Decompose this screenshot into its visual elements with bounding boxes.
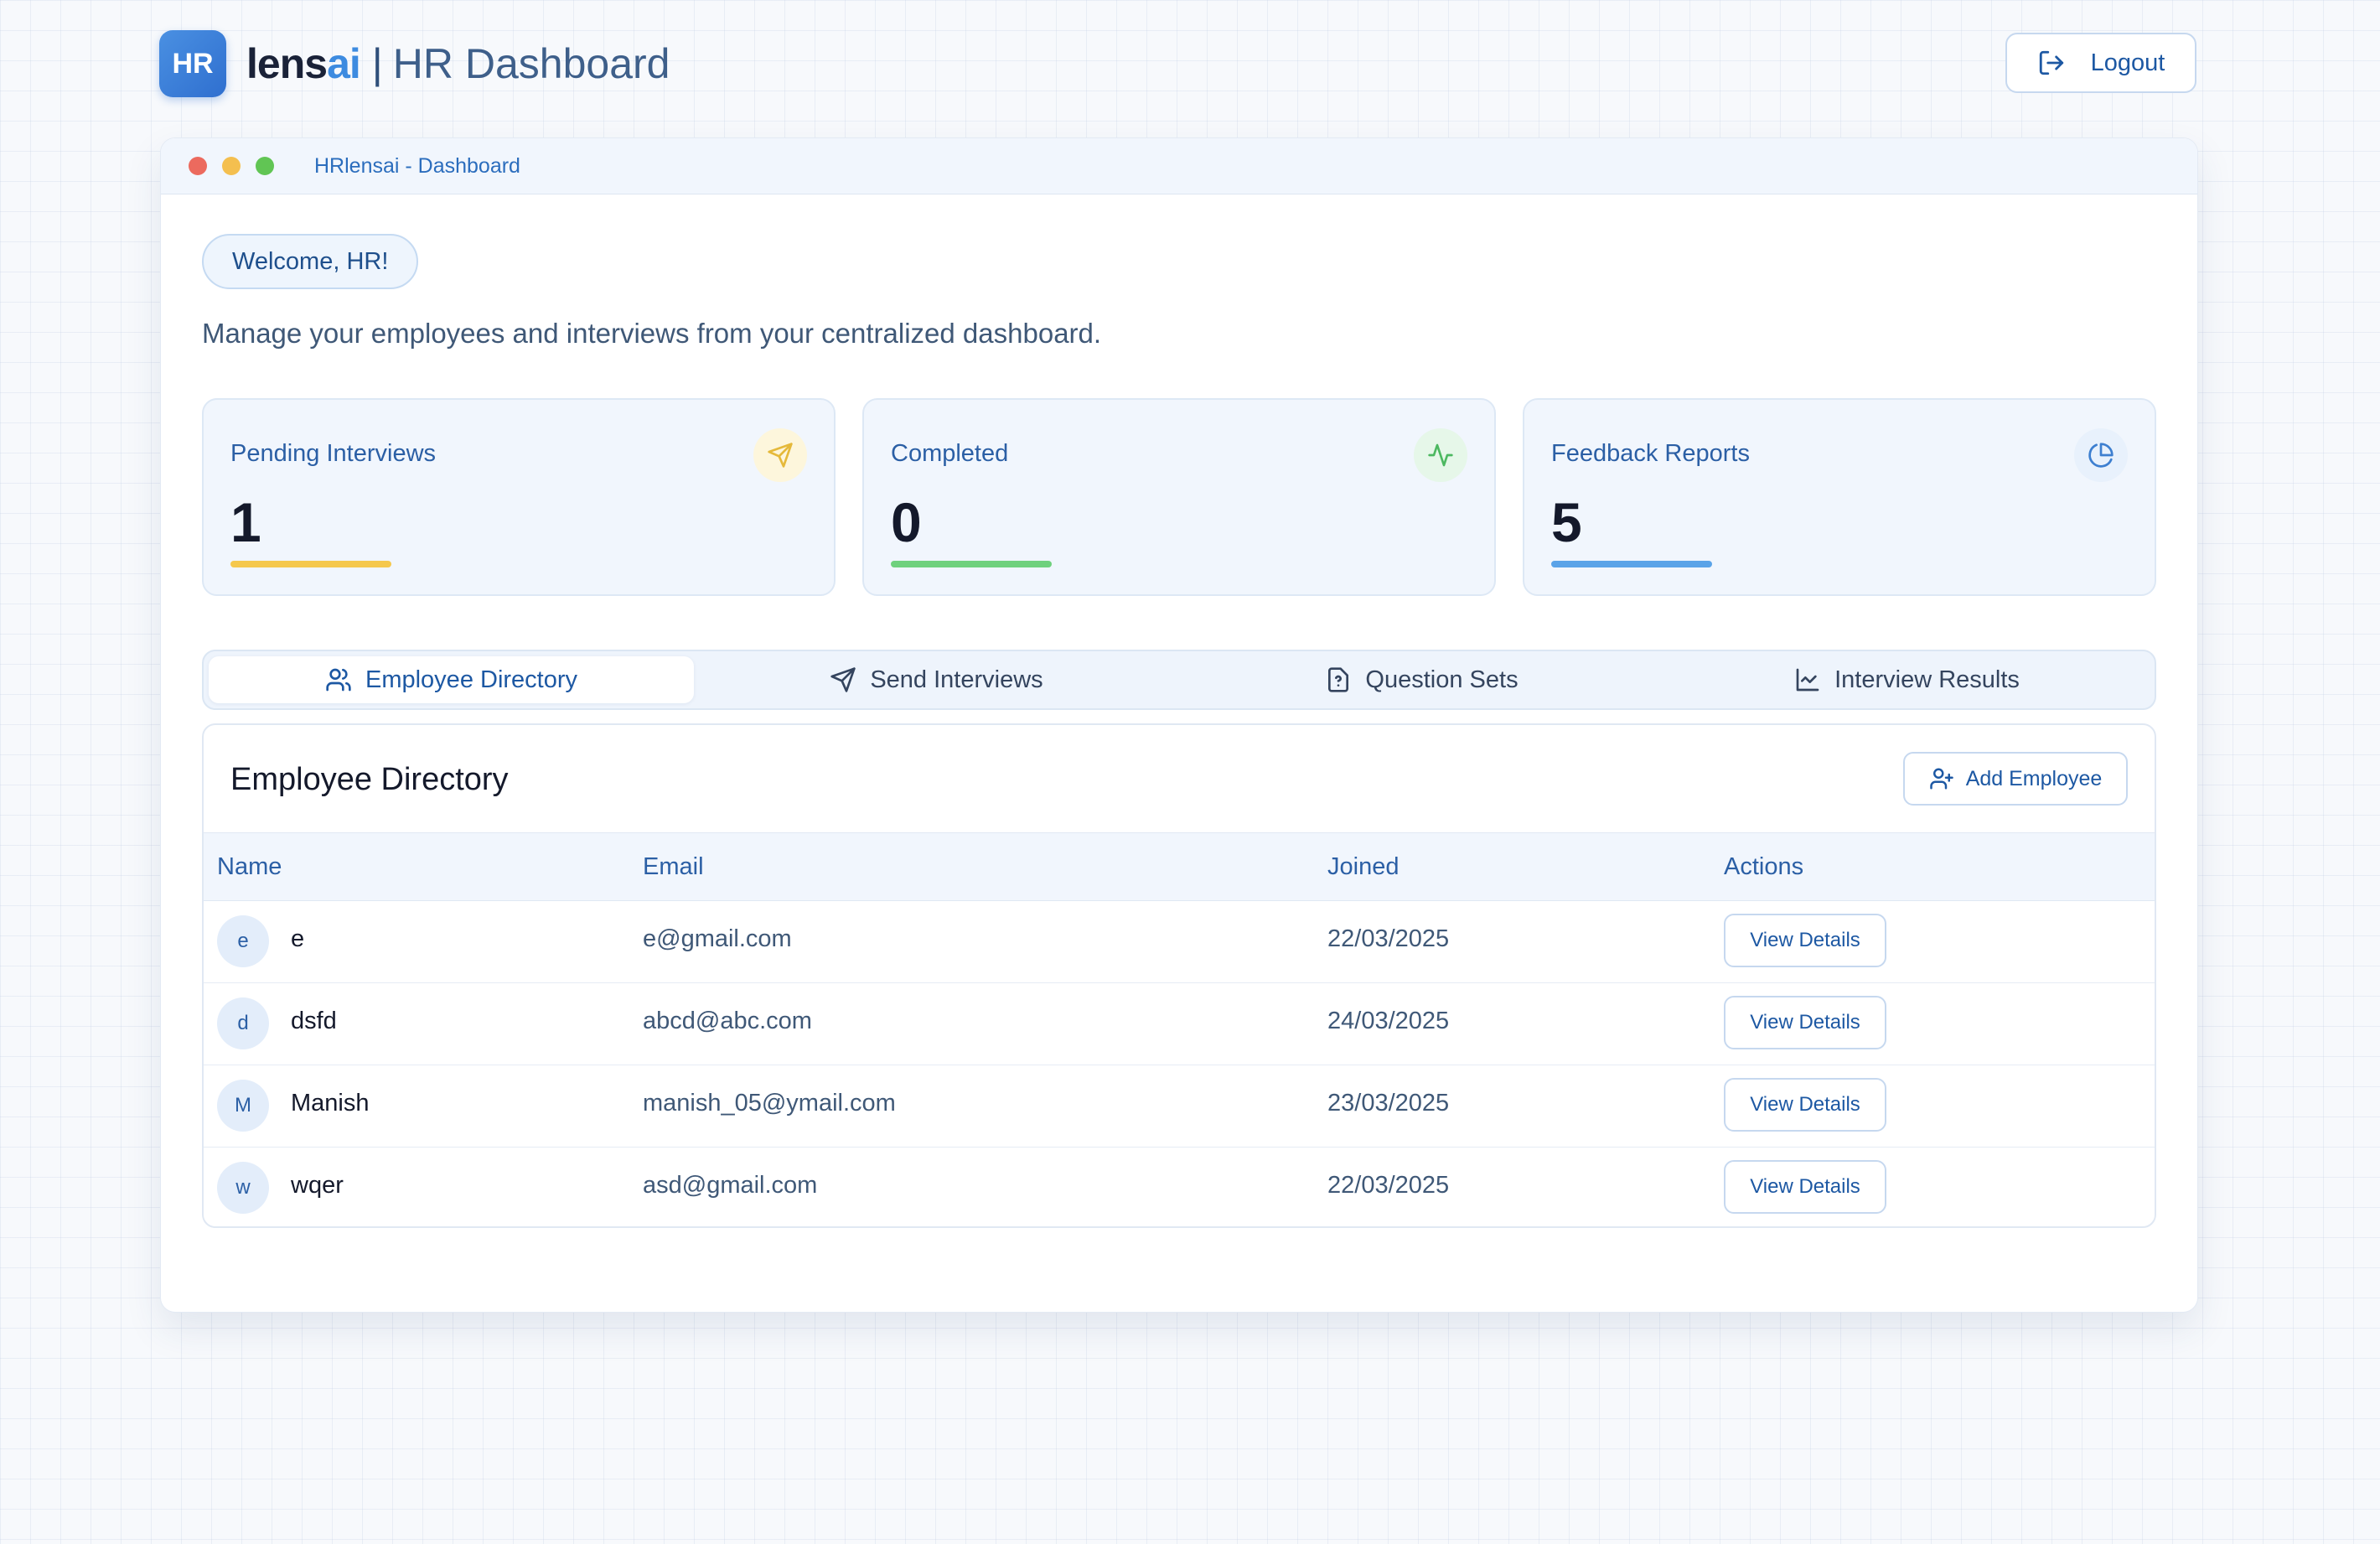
stat-bar [891, 561, 1052, 567]
table-row: e e e@gmail.com 22/03/2025 View Details [204, 900, 2155, 983]
tab-label: Question Sets [1365, 666, 1519, 693]
stat-bar [1551, 561, 1712, 567]
send-icon [753, 428, 807, 482]
add-employee-button[interactable]: Add Employee [1903, 752, 2128, 806]
avatar: d [217, 997, 269, 1049]
line-chart-icon [1794, 666, 1834, 693]
tab-send-interviews[interactable]: Send Interviews [694, 656, 1179, 703]
stat-card-feedback-reports: Feedback Reports 5 [1523, 398, 2156, 596]
employee-joined: 23/03/2025 [1327, 1090, 1450, 1117]
column-header-name[interactable]: Name [217, 853, 282, 881]
stat-value: 0 [891, 491, 922, 553]
logout-label: Logout [2090, 49, 2165, 76]
directory-title: Employee Directory [230, 762, 509, 797]
avatar: w [217, 1162, 269, 1214]
stat-value: 5 [1551, 491, 1582, 553]
file-question-icon [1325, 666, 1365, 693]
employee-name: dsfd [291, 1008, 337, 1034]
employee-name: e [291, 925, 305, 952]
stat-card-completed: Completed 0 [862, 398, 1496, 596]
view-details-button[interactable]: View Details [1724, 996, 1886, 1049]
table-row: M Manish manish_05@ymail.com 23/03/2025 … [204, 1065, 2155, 1148]
brand-name-ai: ai [327, 40, 361, 87]
add-employee-label: Add Employee [1965, 766, 2103, 790]
stat-label: Pending Interviews [230, 440, 437, 467]
pie-chart-icon [2074, 428, 2128, 482]
stat-value: 1 [230, 491, 261, 553]
tab-interview-results[interactable]: Interview Results [1664, 656, 2150, 703]
window-close-dot[interactable] [189, 157, 207, 175]
avatar: e [217, 915, 269, 967]
users-icon [325, 666, 365, 693]
employee-directory-panel: Employee Directory Add Employee Name Ema… [202, 723, 2156, 1228]
hr-logo-badge: HR [159, 30, 226, 97]
table-header: Name Email Joined Actions [204, 832, 2155, 901]
employee-name: Manish [291, 1090, 370, 1117]
employee-email: manish_05@ymail.com [643, 1090, 896, 1117]
send-icon [830, 666, 870, 693]
dashboard-window: HRlensai - Dashboard Welcome, HR! Manage… [160, 137, 2198, 1313]
window-titlebar: HRlensai - Dashboard [161, 138, 2197, 194]
window-maximize-dot[interactable] [256, 157, 274, 175]
brand-divider: | [371, 40, 383, 87]
stat-card-pending-interviews: Pending Interviews 1 [202, 398, 836, 596]
activity-icon [1414, 428, 1467, 482]
avatar: M [217, 1080, 269, 1132]
column-header-actions: Actions [1724, 853, 1804, 880]
brand: HR lensai | HR Dashboard [159, 30, 670, 97]
brand-name: lensai [246, 39, 361, 88]
user-plus-icon [1929, 766, 1966, 791]
stat-label: Completed [891, 440, 1009, 467]
view-details-button[interactable]: View Details [1724, 1078, 1886, 1132]
view-details-button[interactable]: View Details [1724, 1160, 1886, 1214]
stat-label: Feedback Reports [1551, 440, 1750, 467]
brand-name-lens: lens [246, 40, 328, 87]
column-header-email[interactable]: Email [643, 853, 704, 881]
employee-joined: 22/03/2025 [1327, 925, 1450, 952]
employee-email: e@gmail.com [643, 925, 792, 952]
table-row: d dsfd abcd@abc.com 24/03/2025 View Deta… [204, 982, 2155, 1065]
tab-employee-directory[interactable]: Employee Directory [209, 656, 694, 703]
employee-name: wqer [291, 1172, 344, 1199]
employee-joined: 24/03/2025 [1327, 1008, 1450, 1034]
page-title: HR Dashboard [392, 40, 670, 87]
stat-bar [230, 561, 391, 567]
employee-joined: 22/03/2025 [1327, 1172, 1450, 1199]
employee-email: asd@gmail.com [643, 1172, 818, 1199]
tab-label: Interview Results [1834, 666, 2020, 693]
tab-question-sets[interactable]: Question Sets [1179, 656, 1664, 703]
table-row: w wqer asd@gmail.com 22/03/2025 View Det… [204, 1147, 2155, 1226]
logout-icon [2037, 49, 2091, 77]
view-details-button[interactable]: View Details [1724, 914, 1886, 967]
column-header-joined[interactable]: Joined [1327, 853, 1399, 881]
employee-email: abcd@abc.com [643, 1008, 812, 1034]
welcome-pill: Welcome, HR! [202, 234, 419, 289]
window-minimize-dot[interactable] [222, 157, 241, 175]
dashboard-subtitle: Manage your employees and interviews fro… [202, 318, 1102, 349]
tab-label: Send Interviews [870, 666, 1043, 693]
tab-label: Employee Directory [365, 666, 578, 693]
window-title: HRlensai - Dashboard [314, 153, 520, 178]
logout-button[interactable]: Logout [2005, 33, 2196, 93]
dashboard-tabs: Employee Directory Send Interviews Quest… [202, 650, 2156, 710]
